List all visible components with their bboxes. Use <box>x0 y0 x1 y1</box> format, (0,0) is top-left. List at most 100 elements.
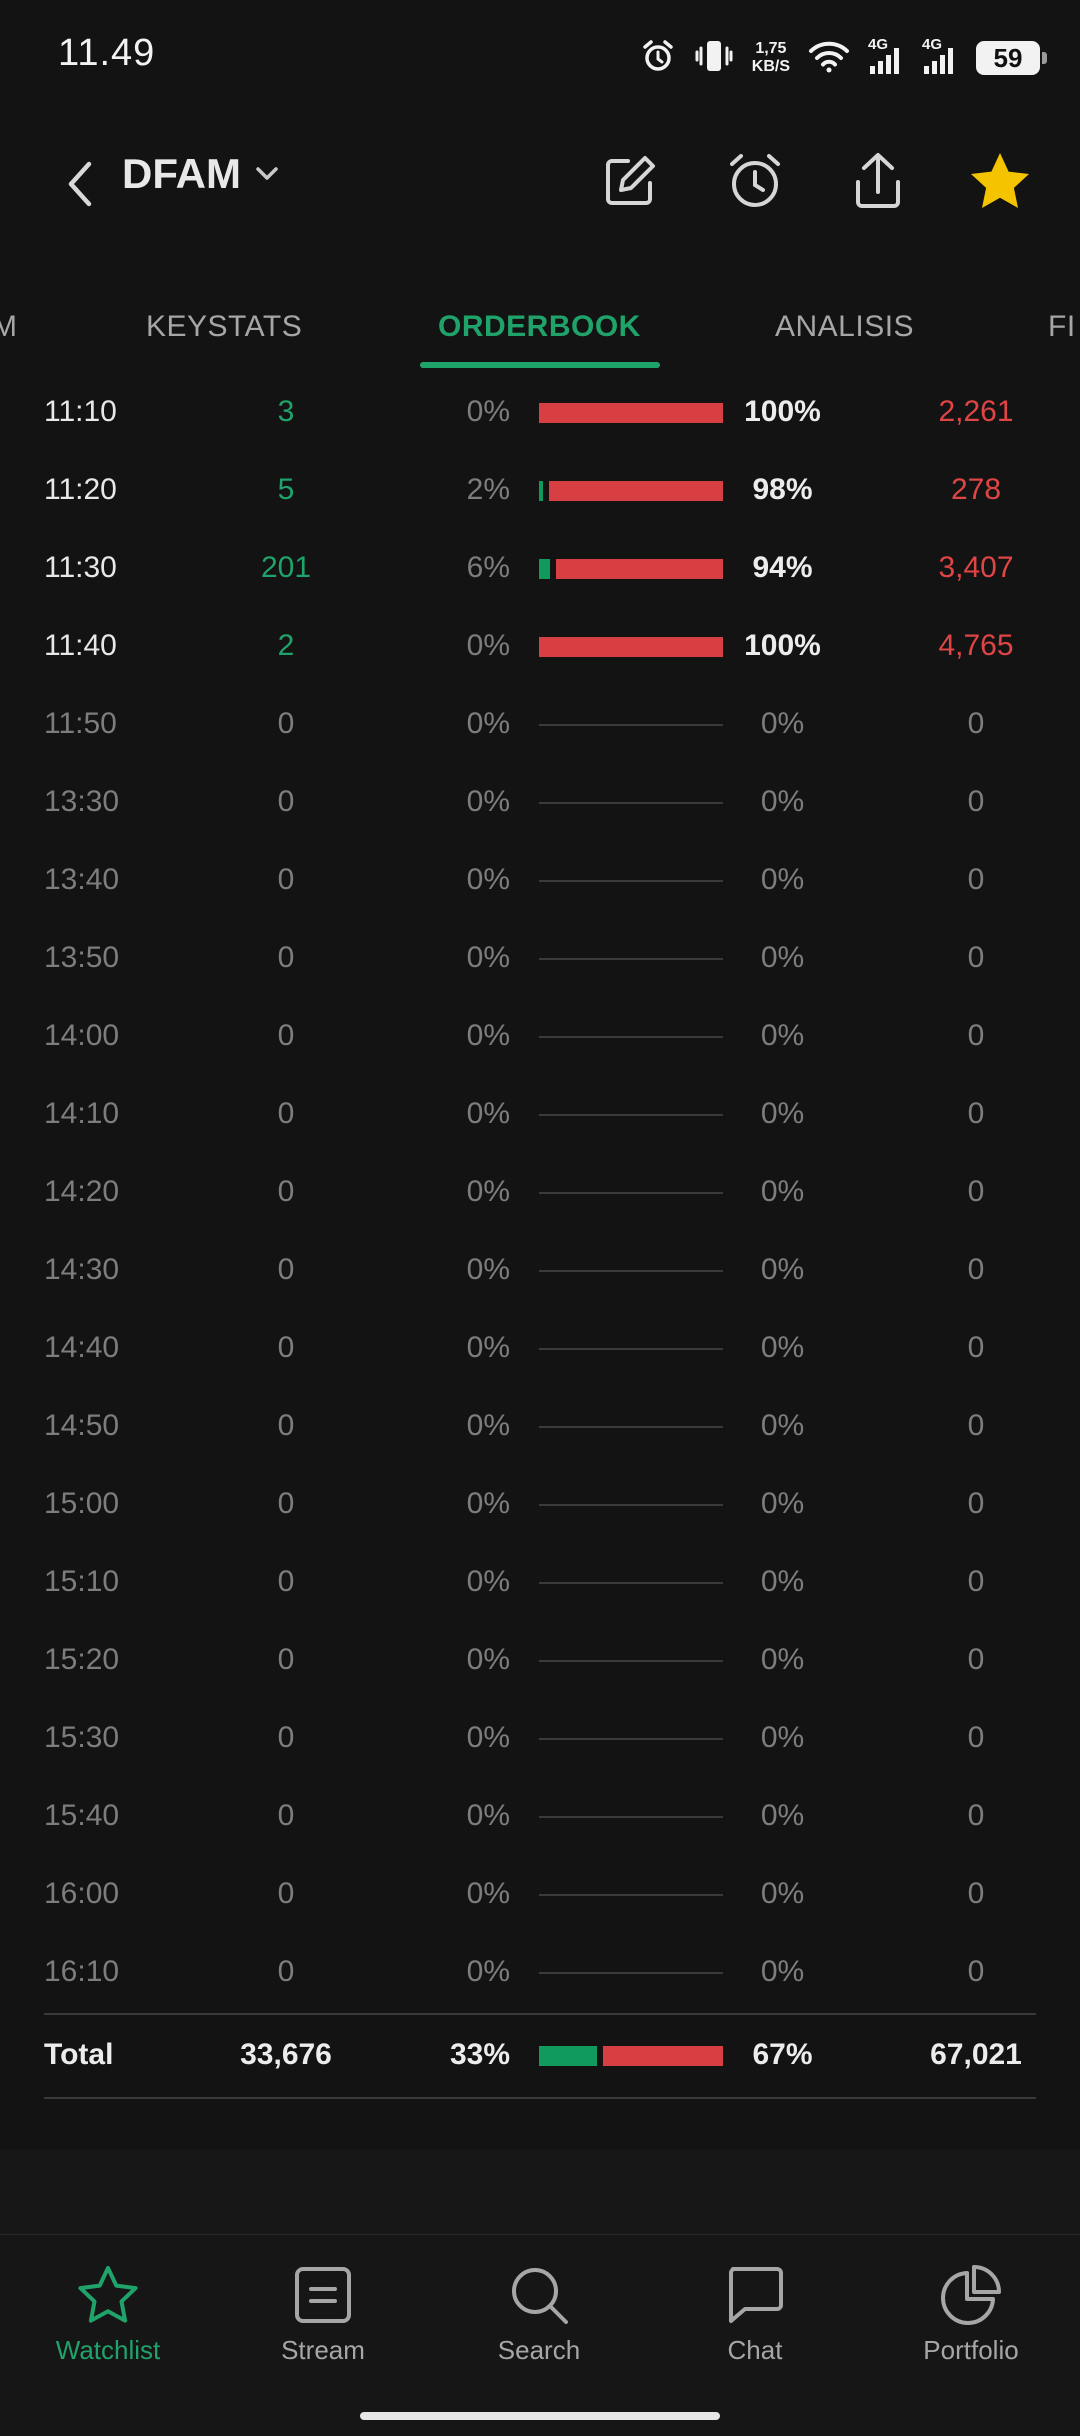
row-ratio-bar <box>539 871 723 891</box>
row-buy-pct: 0% <box>466 1253 510 1286</box>
bar-empty-line <box>539 958 723 960</box>
tab-keystats[interactable]: KEYSTATS <box>146 310 302 344</box>
star-filled-icon <box>971 153 1029 208</box>
row-sell-lot: 0 <box>967 1799 985 1832</box>
edit-button[interactable] <box>595 146 665 216</box>
row-buy-lot: 0 <box>277 1253 295 1286</box>
row-sell-lot: 0 <box>967 785 985 818</box>
row-ratio-bar <box>539 481 723 501</box>
row-sell-lot: 0 <box>967 1331 985 1364</box>
bar-empty-line <box>539 1894 723 1896</box>
row-buy-lot: 0 <box>277 1799 295 1832</box>
row-time: 11:40 <box>44 629 117 662</box>
net-speed-value: 1,75 <box>755 40 787 57</box>
row-sell-pct: 0% <box>760 1097 805 1130</box>
table-row: 15:00 0 0% 0% 0 <box>0 1467 1080 1545</box>
row-buy-lot: 0 <box>277 1175 295 1208</box>
row-time: 11:10 <box>44 395 117 428</box>
row-ratio-bar <box>539 793 723 813</box>
row-buy-lot: 0 <box>277 1019 295 1052</box>
row-time: 15:10 <box>44 1565 120 1598</box>
row-sell-pct: 98% <box>752 473 813 506</box>
row-buy-pct: 0% <box>466 1487 510 1520</box>
row-ratio-bar <box>539 1495 723 1515</box>
ticker-selector[interactable]: DFAM <box>122 150 279 198</box>
table-row: 15:10 0 0% 0% 0 <box>0 1545 1080 1623</box>
row-buy-lot: 201 <box>260 551 312 584</box>
row-time: 13:50 <box>44 941 120 974</box>
bar-empty-line <box>539 1816 723 1818</box>
row-sell-pct: 0% <box>760 1409 805 1442</box>
row-buy-pct: 0% <box>466 941 510 974</box>
row-sell-lot: 2,261 <box>938 395 1014 428</box>
row-buy-lot: 0 <box>277 941 295 974</box>
nav-chat-label: Chat <box>727 2335 783 2365</box>
tab-orderbook[interactable]: ORDERBOOK <box>438 310 641 344</box>
tab-partial-left[interactable]: M <box>0 310 18 344</box>
back-button[interactable] <box>56 152 104 216</box>
row-buy-pct: 0% <box>466 785 510 818</box>
table-row: 11:40 2 0% 100% 4,765 <box>0 609 1080 687</box>
total-label: Total <box>44 2038 114 2071</box>
table-row: 11:50 0 0% 0% 0 <box>0 687 1080 765</box>
row-buy-lot: 0 <box>277 785 295 818</box>
row-sell-lot: 0 <box>967 1409 985 1442</box>
bar-empty-line <box>539 1270 723 1272</box>
total-divider-top <box>44 2013 1036 2015</box>
total-sell: 67,021 <box>930 2038 1022 2071</box>
total-ratio-bar <box>539 2046 723 2066</box>
row-time: 14:00 <box>44 1019 120 1052</box>
nav-portfolio[interactable]: Portfolio <box>891 2263 1051 2366</box>
row-sell-lot: 4,765 <box>938 629 1014 662</box>
row-sell-lot: 0 <box>967 863 985 896</box>
share-icon <box>856 153 900 208</box>
row-buy-pct: 0% <box>466 629 510 662</box>
ticker-symbol: DFAM <box>122 150 241 197</box>
row-buy-pct: 0% <box>466 1175 510 1208</box>
row-ratio-bar <box>539 1417 723 1437</box>
row-sell-lot: 0 <box>967 1643 985 1676</box>
nav-watchlist[interactable]: Watchlist <box>28 2263 188 2366</box>
row-buy-lot: 0 <box>277 1331 295 1364</box>
tab-partial-right[interactable]: FI <box>1048 310 1076 344</box>
table-row: 14:20 0 0% 0% 0 <box>0 1155 1080 1233</box>
row-time: 16:10 <box>44 1955 120 1988</box>
row-ratio-bar <box>539 1885 723 1905</box>
bar-empty-line <box>539 1348 723 1350</box>
bar-empty-line <box>539 1972 723 1974</box>
row-sell-lot: 0 <box>967 707 985 740</box>
nav-chat[interactable]: Chat <box>675 2263 835 2366</box>
row-buy-pct: 0% <box>466 1097 510 1130</box>
row-ratio-bar <box>539 403 723 423</box>
favorite-button[interactable] <box>965 146 1035 216</box>
row-sell-pct: 0% <box>760 1331 805 1364</box>
row-sell-lot: 0 <box>967 1565 985 1598</box>
nav-stream[interactable]: Stream <box>243 2263 403 2366</box>
total-sell-pct: 67% <box>752 2038 813 2071</box>
nav-watchlist-label: Watchlist <box>55 2335 161 2365</box>
cell-signal-2: 4G <box>922 36 958 76</box>
row-time: 14:30 <box>44 1253 120 1286</box>
tab-analisis[interactable]: ANALISIS <box>775 310 914 344</box>
row-time: 14:50 <box>44 1409 120 1442</box>
edit-icon <box>606 156 655 205</box>
share-button[interactable] <box>843 146 913 216</box>
net-speed-unit: KB/S <box>751 58 790 75</box>
alert-button[interactable] <box>720 146 790 216</box>
row-sell-pct: 0% <box>760 1643 805 1676</box>
home-indicator <box>360 2412 720 2420</box>
table-row: 13:50 0 0% 0% 0 <box>0 921 1080 999</box>
nav-search[interactable]: Search <box>459 2263 619 2366</box>
table-row: 14:50 0 0% 0% 0 <box>0 1389 1080 1467</box>
row-buy-pct: 6% <box>466 551 510 584</box>
table-row: 16:10 0 0% 0% 0 <box>0 1935 1080 2013</box>
row-sell-lot: 0 <box>967 1955 985 1988</box>
table-row: 16:00 0 0% 0% 0 <box>0 1857 1080 1935</box>
row-sell-pct: 100% <box>744 395 821 428</box>
row-time: 15:20 <box>44 1643 120 1676</box>
row-ratio-bar <box>539 1573 723 1593</box>
row-sell-lot: 0 <box>967 1097 985 1130</box>
row-sell-pct: 0% <box>760 941 805 974</box>
bar-empty-line <box>539 1426 723 1428</box>
wifi-icon <box>808 39 850 78</box>
